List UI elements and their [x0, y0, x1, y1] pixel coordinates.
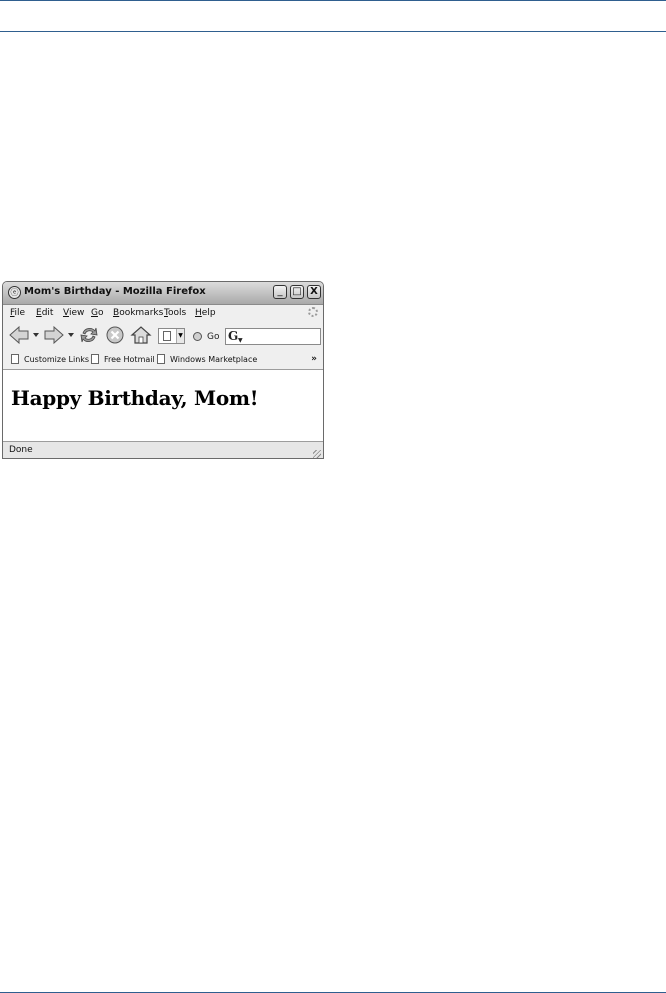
page-icon [91, 354, 99, 364]
page-header-rule [0, 31, 666, 32]
menu-go[interactable]: Go [91, 308, 104, 318]
status-text: Done [9, 445, 33, 455]
menu-bookmarks[interactable]: Bookmarks [113, 308, 163, 318]
bookmark-windows-marketplace[interactable]: Windows Marketplace [157, 354, 257, 364]
page-content: Happy Birthday, Mom! [3, 370, 323, 442]
close-button[interactable]: X [307, 285, 321, 299]
url-input[interactable]: ▼ [158, 328, 185, 344]
bookmarks-toolbar: Customize Links Free Hotmail Windows Mar… [3, 351, 323, 370]
page-icon [11, 354, 19, 364]
forward-dropdown-icon[interactable] [68, 333, 74, 338]
navigation-toolbar: ▼ Go G ▼ [3, 320, 323, 351]
bookmarks-overflow-chevron[interactable]: » [311, 354, 317, 364]
home-icon[interactable] [130, 325, 152, 345]
menu-tools[interactable]: Tools [164, 308, 186, 318]
reload-icon[interactable] [79, 325, 99, 345]
resize-grip-icon[interactable] [313, 450, 321, 458]
back-icon[interactable] [8, 325, 30, 345]
forward-icon[interactable] [43, 325, 65, 345]
search-input[interactable]: G ▼ [225, 328, 321, 345]
browser-window: ⓔ Mom's Birthday - Mozilla Firefox _ □ X… [2, 281, 324, 459]
status-bar: Done [3, 442, 323, 458]
search-engine-dropdown-icon[interactable]: ▼ [238, 337, 243, 344]
minimize-button[interactable]: _ [273, 285, 287, 299]
stop-icon[interactable] [105, 325, 125, 345]
back-dropdown-icon[interactable] [33, 333, 39, 338]
menu-edit[interactable]: Edit [36, 308, 53, 318]
menu-bar: File Edit View Go Bookmarks Tools Help [3, 305, 323, 320]
page-heading: Happy Birthday, Mom! [11, 386, 259, 410]
menu-help[interactable]: Help [195, 308, 216, 318]
page-icon [157, 354, 165, 364]
page-top-rule [0, 0, 666, 1]
throbber-icon [308, 307, 318, 317]
go-button-label[interactable]: Go [207, 332, 219, 342]
bookmark-customize-links[interactable]: Customize Links [11, 354, 89, 364]
search-engine-icon[interactable]: G [228, 329, 238, 343]
title-bar[interactable]: ⓔ Mom's Birthday - Mozilla Firefox _ □ X [3, 282, 323, 305]
window-title: Mom's Birthday - Mozilla Firefox [24, 286, 206, 297]
bookmark-free-hotmail[interactable]: Free Hotmail [91, 354, 155, 364]
maximize-button[interactable]: □ [290, 285, 304, 299]
menu-view[interactable]: View [63, 308, 84, 318]
page-icon [163, 331, 171, 341]
menu-file[interactable]: File [10, 308, 25, 318]
url-dropdown-icon[interactable]: ▼ [176, 329, 184, 343]
go-icon[interactable] [193, 332, 202, 341]
firefox-icon: ⓔ [8, 286, 21, 299]
